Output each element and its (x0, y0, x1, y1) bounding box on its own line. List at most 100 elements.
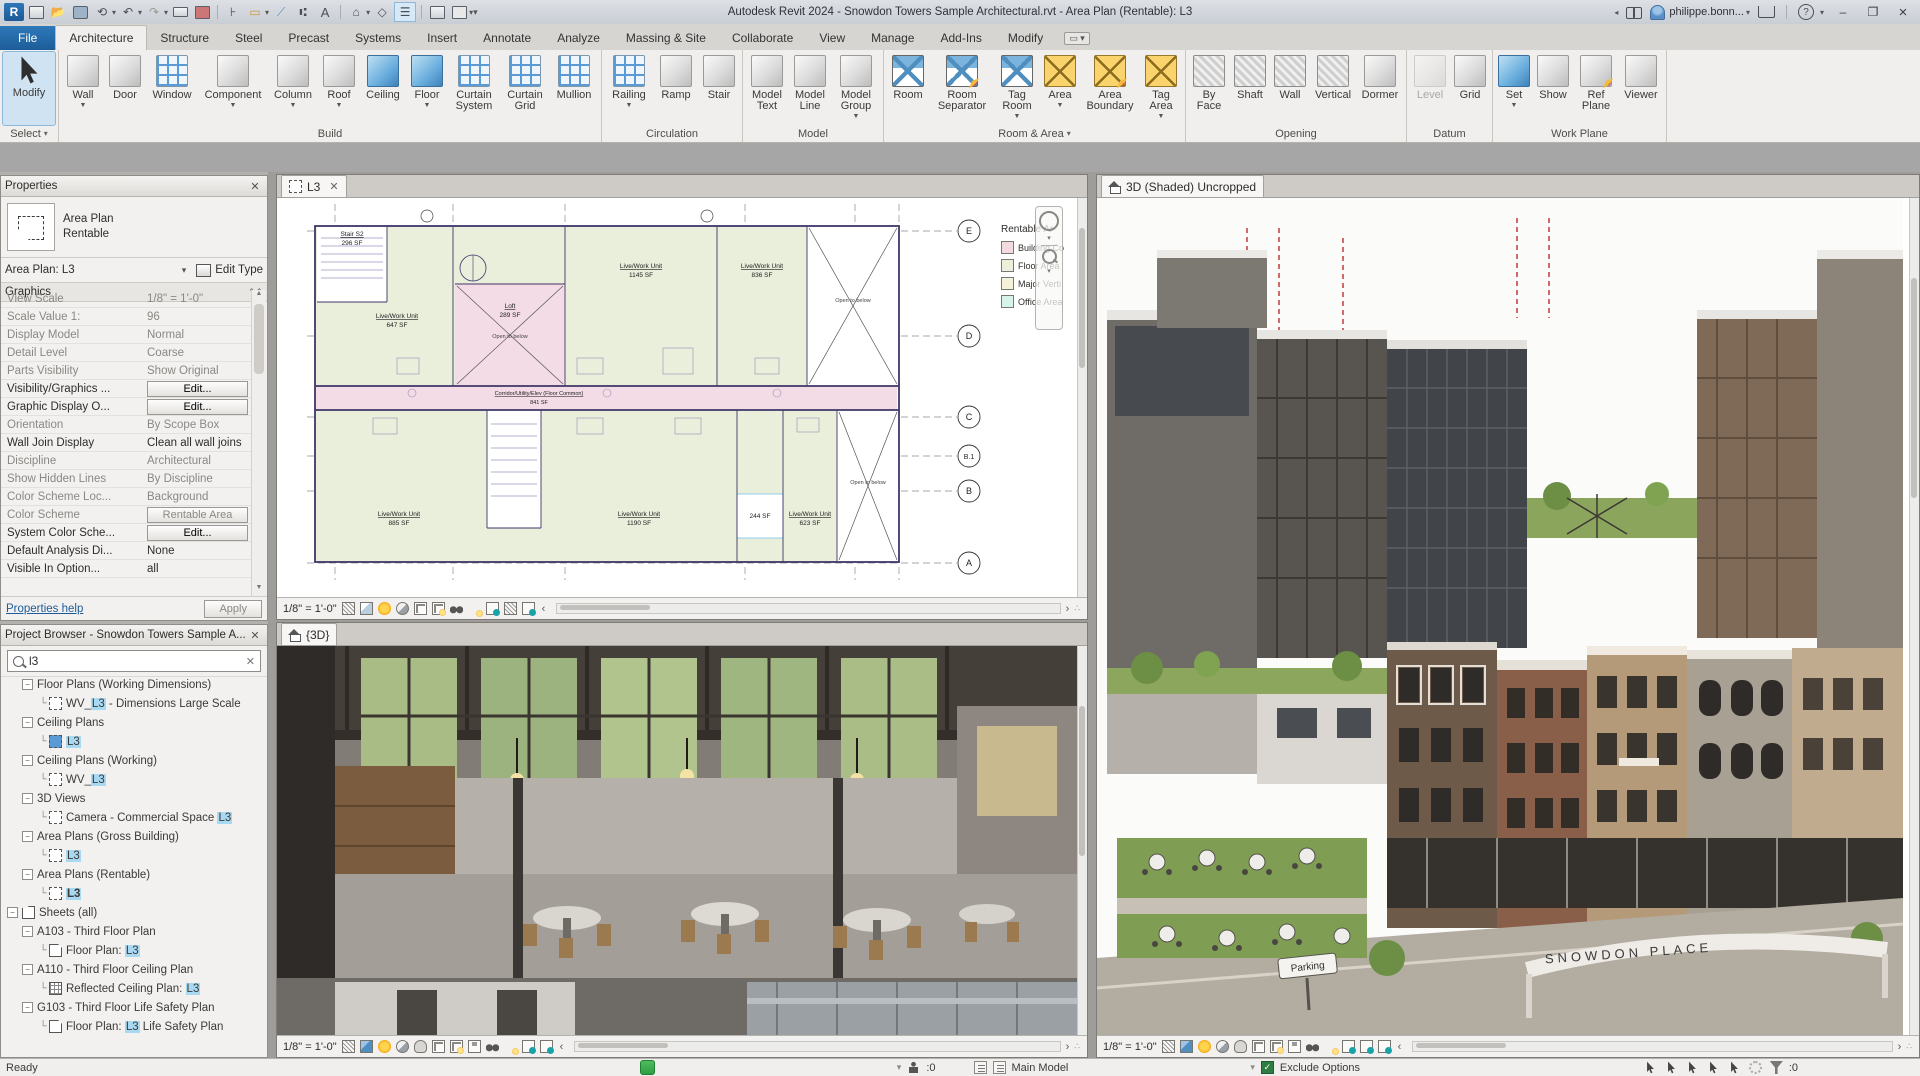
tree-item-ceiling-plans[interactable]: − Ceiling Plans (1, 713, 267, 732)
apply-button[interactable]: Apply (204, 599, 262, 618)
dropdown-arrow-icon[interactable]: ▼ (1158, 113, 1165, 120)
dropdown-arrow-icon[interactable]: ▼ (853, 113, 860, 120)
tree-item-l3[interactable]: └ L3 (1, 732, 267, 751)
shadows-icon[interactable] (1215, 1040, 1229, 1053)
tab-insert[interactable]: Insert (414, 26, 470, 50)
tab-analyze[interactable]: Analyze (544, 26, 613, 50)
temporary-hide-isolate-icon[interactable] (485, 1040, 499, 1053)
tree-item-l3[interactable]: └ L3 (1, 884, 267, 903)
sun-path-icon[interactable] (377, 1040, 391, 1053)
properties-title-bar[interactable]: Properties ✕ (1, 176, 267, 197)
tab-file[interactable]: File (0, 26, 56, 50)
level-button[interactable]: Level (1410, 52, 1450, 125)
area-boundary-button[interactable]: Area Boundary (1081, 52, 1139, 125)
search-collapse-icon[interactable]: ◂ (1614, 8, 1618, 17)
tree-item-floor-plan-l3-life-safety-plan[interactable]: └ Floor Plan: L3 Life Safety Plan (1, 1017, 267, 1036)
open-icon[interactable]: 📂 (48, 3, 68, 21)
grid-bubble-D[interactable]: D (966, 331, 973, 341)
visual-style-3d-icon[interactable] (359, 1040, 373, 1053)
property-value[interactable]: Background (143, 491, 252, 503)
account-chip[interactable]: philippe.bonn... ▾ (1650, 4, 1750, 20)
graphic-display-o-button[interactable]: Edit... (147, 398, 248, 415)
tree-item-camera-commercial-space-l3[interactable]: └ Camera - Commercial Space L3 (1, 808, 267, 827)
project-browser-title-bar[interactable]: Project Browser - Snowdon Towers Sample … (1, 625, 267, 646)
area-button[interactable]: Area ▼ (1040, 52, 1080, 125)
viewer-button[interactable]: Viewer (1619, 52, 1663, 125)
tree-item-sheets-all[interactable]: − Sheets (all) (1, 903, 267, 922)
undo-icon[interactable]: ↶ (118, 3, 138, 21)
system-color-sche-button[interactable]: Edit... (147, 524, 248, 541)
temporary-hide-isolate-icon[interactable] (1305, 1040, 1319, 1053)
dropdown-arrow-icon[interactable]: ▼ (336, 102, 343, 109)
wall-button[interactable]: Wall ▼ (62, 52, 104, 125)
tree-item-floor-plans-working-dimensions[interactable]: − Floor Plans (Working Dimensions) (1, 675, 267, 694)
collapse-icon[interactable]: − (22, 964, 33, 975)
scroll-right-icon[interactable]: › (1066, 1041, 1070, 1053)
window-button[interactable]: Window (146, 52, 198, 125)
roof-button[interactable]: Roof ▼ (319, 52, 359, 125)
tab-massing-site[interactable]: Massing & Site (613, 26, 719, 50)
displacement-set-icon[interactable] (521, 602, 536, 616)
panel-dropdown-icon[interactable]: ▾ (1067, 129, 1071, 138)
model-line-button[interactable]: Model Line (789, 52, 831, 125)
tab-modify[interactable]: Modify (995, 26, 1056, 50)
close-button[interactable]: × (1892, 3, 1914, 21)
collaboration-status-icon[interactable] (639, 1060, 655, 1075)
displacement-set-icon[interactable] (539, 1040, 554, 1054)
drag-elements-on-selection-icon[interactable] (1731, 1061, 1738, 1074)
interior-canvas[interactable] (277, 646, 1077, 1035)
collapse-icon[interactable]: − (22, 717, 33, 728)
property-value[interactable]: 96 (143, 311, 252, 323)
dropdown-arrow-icon[interactable]: ▼ (1014, 113, 1021, 120)
control-bar-collapse-icon[interactable]: ‹ (542, 603, 546, 615)
temporary-view-properties-icon[interactable] (521, 1040, 536, 1054)
tag-by-category-icon[interactable]: ⑆ (293, 3, 313, 21)
tab-precast[interactable]: Precast (275, 26, 342, 50)
exclude-options-checkbox[interactable]: ✓ (1260, 1061, 1274, 1074)
plan-view-tab[interactable]: L3 ✕ (281, 175, 347, 197)
property-value[interactable]: Clean all wall joins (143, 437, 252, 449)
minimize-button[interactable]: – (1832, 3, 1854, 21)
room-label[interactable]: Corridor/Utility/Elev (Floor Common) (495, 391, 584, 397)
select-elements-by-face-icon[interactable] (1710, 1061, 1717, 1074)
room-label[interactable]: 244 SF (750, 513, 771, 520)
interior-horizontal-scrollbar[interactable] (574, 1041, 1061, 1052)
visual-style-icon[interactable] (359, 602, 373, 615)
temporary-view-properties-icon[interactable] (485, 602, 500, 616)
tab-add-ins[interactable]: Add-Ins (927, 26, 994, 50)
plan-scale[interactable]: 1/8" = 1'-0" (283, 603, 337, 615)
mullion-button[interactable]: Mullion (550, 52, 598, 125)
detail-level-icon[interactable] (1161, 1040, 1175, 1053)
grid-bubble-E[interactable]: E (966, 226, 972, 236)
interior-vertical-scrollbar[interactable] (1077, 646, 1087, 1035)
print-icon[interactable] (170, 3, 190, 21)
tab-manage[interactable]: Manage (858, 26, 927, 50)
sync-dropdown-icon[interactable]: ▾ (112, 8, 116, 17)
grid-bubble-A[interactable]: A (966, 558, 972, 568)
tree-item-reflected-ceiling-plan-l3[interactable]: └ Reflected Ceiling Plan: L3 (1, 979, 267, 998)
curtain-grid-button[interactable]: Curtain Grid (501, 52, 549, 125)
plan-canvas[interactable]: E D C B.1 B A Stair S2 296 SF Live/Work … (277, 198, 1077, 597)
property-value[interactable]: Architectural (143, 455, 252, 467)
tree-item-floor-plan-l3[interactable]: └ Floor Plan: L3 (1, 941, 267, 960)
stair-button[interactable]: Stair (699, 52, 739, 125)
status-chevron-icon[interactable]: ▾ (897, 1062, 902, 1073)
room-label[interactable]: Stair S2 (340, 231, 364, 238)
text-icon[interactable]: A (315, 3, 335, 21)
property-value[interactable]: None (143, 545, 252, 557)
unlocked-view-icon[interactable] (1287, 1040, 1301, 1053)
property-value[interactable]: By Discipline (143, 473, 252, 485)
control-bar-collapse-icon[interactable]: ‹ (560, 1041, 564, 1053)
sun-path-icon[interactable] (377, 602, 391, 615)
account-dropdown-icon[interactable]: ▾ (1746, 8, 1750, 17)
navbar-dropdown-icon[interactable]: ▾ (1047, 234, 1051, 242)
customize-qat-icon[interactable]: ▾ (473, 7, 478, 18)
dropdown-arrow-icon[interactable]: ▼ (1057, 102, 1064, 109)
shadows-icon[interactable] (395, 602, 409, 615)
resize-grip[interactable]: ∴ (1906, 1041, 1913, 1052)
dropdown-arrow-icon[interactable]: ▼ (1511, 102, 1518, 109)
measure-icon[interactable]: ▭ (245, 3, 265, 21)
vertical-button[interactable]: Vertical (1310, 52, 1356, 125)
collapse-icon[interactable]: − (22, 869, 33, 880)
ref-plane-button[interactable]: Ref Plane (1574, 52, 1618, 125)
